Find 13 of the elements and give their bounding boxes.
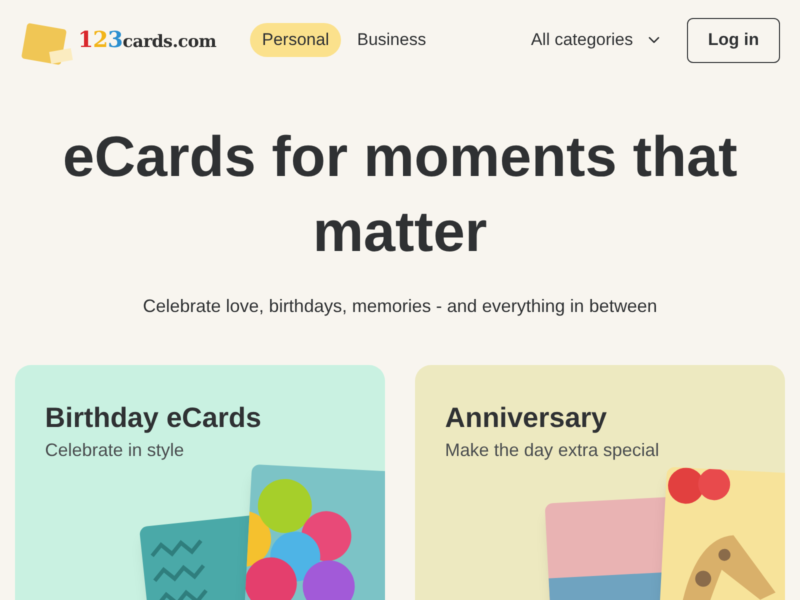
card-subtitle: Make the day extra special xyxy=(445,439,660,462)
categories-dropdown[interactable]: All categories xyxy=(530,27,664,53)
card-title: Anniversary xyxy=(445,401,607,435)
nav-tab[interactable]: Personal xyxy=(250,23,342,57)
hero-title: eCards for moments that matter xyxy=(62,124,738,266)
card-subtitle: Celebrate in style xyxy=(45,439,184,462)
card-title: Birthday eCards xyxy=(45,401,262,435)
category-card[interactable]: Birthday eCards Celebrate in style xyxy=(15,365,385,600)
site-logo[interactable]: 123cards.com xyxy=(78,24,216,56)
category-card[interactable]: Anniversary Make the day extra special xyxy=(415,365,785,600)
login-button[interactable]: Log in xyxy=(687,18,780,62)
nav-tab[interactable]: Business xyxy=(345,23,438,57)
hero-subtitle: Celebrate love, birthdays, memories - and everything in between xyxy=(142,295,658,318)
